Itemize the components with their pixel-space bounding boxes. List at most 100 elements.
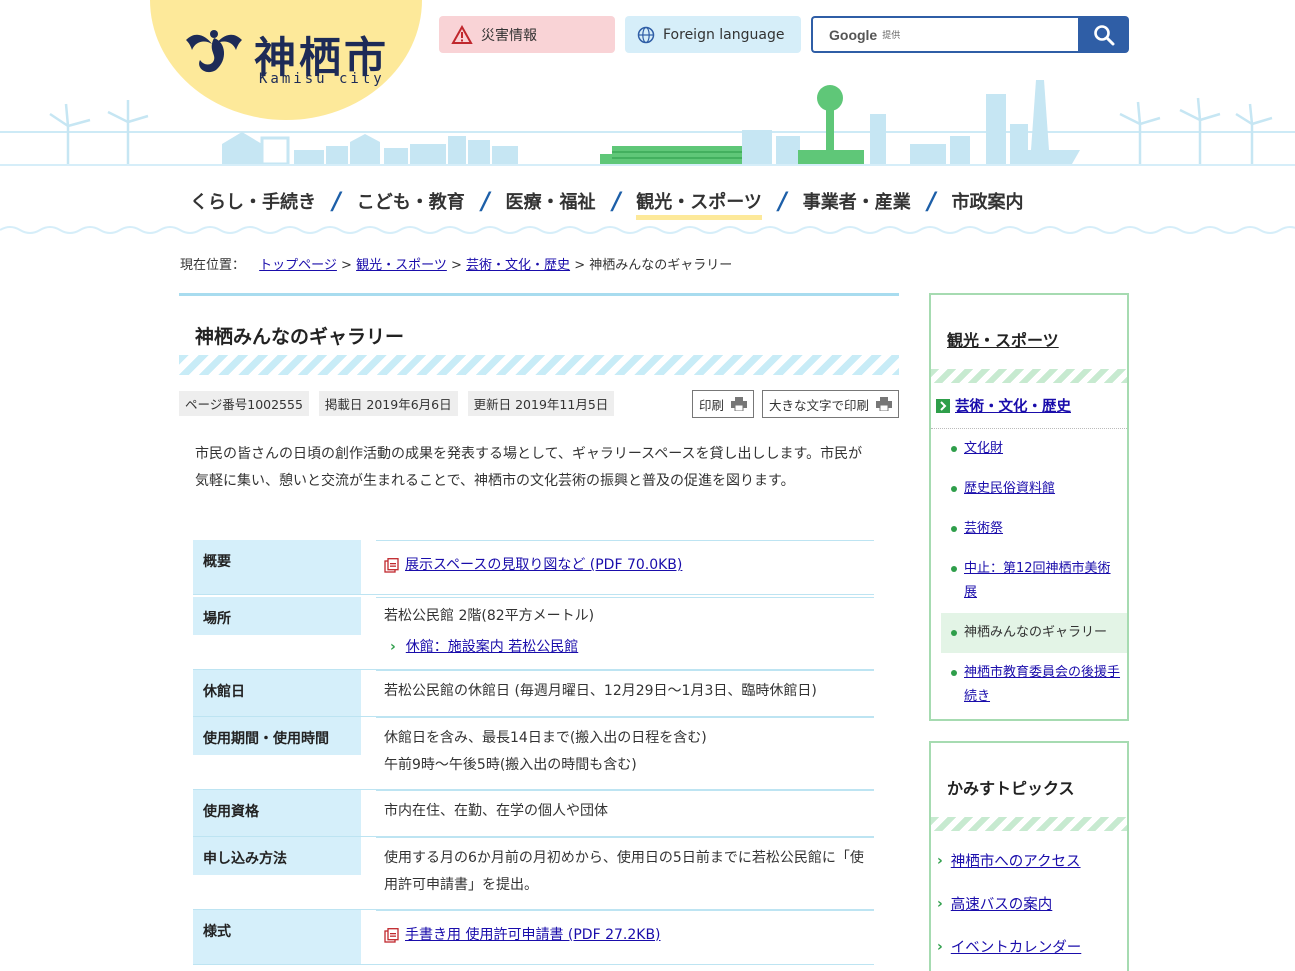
breadcrumb-link-arts[interactable]: 芸術・文化・歴史 — [466, 258, 570, 273]
topic-link[interactable]: イベントカレンダー — [951, 936, 1082, 957]
search-button[interactable] — [1078, 16, 1129, 53]
chevron-right-icon: › — [937, 895, 943, 912]
breadcrumb-label: 現在位置： — [180, 258, 246, 273]
warning-icon — [451, 24, 473, 45]
nav-separator: / — [775, 187, 790, 215]
sidebar-item-history-museum: 歴史民俗資料館 — [941, 469, 1127, 509]
large-print-button[interactable]: 大きな文字で印刷 — [761, 390, 899, 418]
sidebar-item-link[interactable]: 歴史民俗資料館 — [964, 477, 1055, 501]
bullet-icon — [951, 446, 957, 452]
sidebar-item-cultural-assets: 文化財 — [941, 429, 1127, 469]
row-header-eligibility: 使用資格 — [193, 790, 361, 836]
disaster-info-button[interactable]: 災害情報 — [439, 16, 615, 53]
sidebar-subcategory: 芸術・文化・歴史 — [931, 383, 1127, 429]
nav-wave-decoration — [0, 226, 1295, 234]
table-row: 使用資格 市内在住、在勤、在学の個人や団体 — [193, 790, 874, 837]
row-header-closed-days: 休館日 — [193, 670, 361, 716]
sidebar-item-current-label: 神栖みんなのギャラリー — [964, 625, 1108, 640]
sidebar-item-sponsorship: 神栖市教育委員会の後援手続き — [941, 653, 1127, 717]
search-input[interactable]: Google 提供 — [811, 16, 1079, 53]
page-title-box: 神栖みんなのギャラリー — [179, 293, 899, 375]
nav-item-business-industry[interactable]: 事業者・産業 — [793, 188, 921, 214]
globe-icon — [637, 26, 655, 44]
large-print-label: 大きな文字で印刷 — [768, 397, 869, 413]
pdf-icon — [384, 558, 399, 573]
row-value: 若松公民館の休館日 (毎週月曜日、12月29日～1月3日、臨時休館日) — [376, 670, 874, 716]
sidebar-subcategory-link[interactable]: 芸術・文化・歴史 — [955, 395, 1071, 416]
sidebar-topics: かみすトピックス › 神栖市へのアクセス › 高速バスの案内 › イベントカレンダー — [929, 741, 1129, 971]
row-value: 手書き用 使用許可申請書 (PDF 27.2KB) — [376, 910, 874, 964]
updated-date: 更新日 2019年11月5日 — [467, 391, 615, 416]
bullet-icon — [951, 486, 957, 492]
printer-icon — [730, 397, 747, 411]
bullet-icon — [951, 630, 957, 636]
nav-item-tourism-sports[interactable]: 観光・スポーツ — [626, 188, 772, 220]
pdf-link-floor-plan[interactable]: 展示スペースの見取り図など (PDF 70.0KB) — [384, 552, 682, 579]
topics-list: › 神栖市へのアクセス › 高速バスの案内 › イベントカレンダー — [931, 839, 1127, 968]
facility-link[interactable]: 休館：施設案内 若松公民館 — [406, 634, 578, 661]
info-table: 概要 展示スペースの見取り図など (PDF 70.0KB) 場所 若松公民館 2… — [193, 540, 874, 965]
nav-item-medical-welfare[interactable]: 医療・福祉 — [496, 188, 606, 214]
chevron-right-icon: › — [937, 852, 943, 869]
topic-item-event-calendar: › イベントカレンダー — [931, 925, 1127, 968]
print-buttons: 印刷 大きな文字で印刷 — [691, 390, 899, 418]
print-label: 印刷 — [698, 397, 724, 413]
breadcrumb: 現在位置： トップページ > 観光・スポーツ > 芸術・文化・歴史 > 神栖みん… — [180, 254, 732, 273]
printer-icon — [876, 397, 892, 411]
pdf-link-label: 手書き用 使用許可申請書 (PDF 27.2KB) — [405, 927, 661, 943]
topic-item-access: › 神栖市へのアクセス — [931, 839, 1127, 882]
facility-link-row: › 休館：施設案内 若松公民館 — [390, 634, 866, 661]
sidebar-item-link[interactable]: 芸術祭 — [964, 517, 1003, 541]
bullet-icon — [951, 566, 957, 572]
sidebar-item-link[interactable]: 中止：第12回神栖市美術展 — [964, 557, 1121, 605]
breadcrumb-link-tourism[interactable]: 観光・スポーツ — [356, 258, 447, 273]
pdf-link-application-form[interactable]: 手書き用 使用許可申請書 (PDF 27.2KB) — [384, 922, 661, 949]
nav-separator: / — [478, 187, 492, 215]
table-row: 使用期間・使用時間 休館日を含み、最長14日まで(搬入出の日程を含む) 午前9時… — [193, 717, 874, 790]
usage-time-text: 午前9時～午後5時(搬入出の時間も含む) — [384, 757, 637, 773]
city-skyline-illustration — [0, 80, 1295, 166]
bullet-icon — [951, 526, 957, 532]
nav-item-children-education[interactable]: こども・教育 — [347, 188, 475, 214]
intro-text: 市民の皆さんの日頃の創作活動の成果を発表する場として、ギャラリースペースを貸し出… — [195, 446, 863, 489]
global-nav: くらし・手続き / こども・教育 / 医療・福祉 / 観光・スポーツ / 事業者… — [180, 186, 1120, 220]
breadcrumb-separator: > — [574, 258, 586, 273]
sidebar-item-gallery-current: 神栖みんなのギャラリー — [941, 613, 1127, 653]
print-button[interactable]: 印刷 — [691, 390, 754, 418]
table-row: 申し込み方法 使用する月の6か月前の月初めから、使用日の5日前までに若松公民館に… — [193, 837, 874, 910]
sidebar-heading-link[interactable]: 観光・スポーツ — [947, 327, 1059, 351]
page-meta: ページ番号1002555 掲載日 2019年6月6日 更新日 2019年11月5… — [179, 391, 615, 416]
pdf-link-label: 展示スペースの見取り図など (PDF 70.0KB) — [405, 557, 683, 573]
sidebar-item-link[interactable]: 文化財 — [964, 437, 1003, 461]
main-content: 神栖みんなのギャラリー ページ番号1002555 掲載日 2019年6月6日 更… — [179, 293, 899, 965]
row-header-application: 申し込み方法 — [193, 837, 361, 875]
topic-link[interactable]: 神栖市へのアクセス — [951, 850, 1081, 871]
search-provided-label: 提供 — [882, 31, 901, 41]
breadcrumb-link-top[interactable]: トップページ — [259, 258, 337, 273]
row-header-overview: 概要 — [193, 540, 361, 594]
city-emblem-icon[interactable] — [182, 26, 246, 76]
sidebar-stripe-decoration — [931, 817, 1127, 831]
topics-heading: かみすトピックス — [947, 779, 1075, 798]
table-row: 様式 手書き用 使用許可申請書 (PDF 27.2KB) — [193, 910, 874, 965]
title-stripe-decoration — [179, 355, 899, 375]
topic-link[interactable]: 高速バスの案内 — [951, 893, 1053, 914]
sidebar-item-art-exhibition: 中止：第12回神栖市美術展 — [941, 549, 1127, 613]
chevron-right-icon: › — [937, 938, 943, 955]
sidebar-heading-box: 観光・スポーツ — [931, 295, 1127, 383]
nav-item-living[interactable]: くらし・手続き — [180, 188, 326, 214]
topic-item-highway-bus: › 高速バスの案内 — [931, 882, 1127, 925]
usage-period-text: 休館日を含み、最長14日まで(搬入出の日程を含む) — [384, 730, 707, 746]
chevron-right-icon — [936, 398, 950, 413]
site-header: 神栖市 Kamisu city 災害情報 Foreign language Go… — [0, 0, 1295, 235]
foreign-language-label: Foreign language — [663, 26, 785, 43]
breadcrumb-current: 神栖みんなのギャラリー — [589, 258, 733, 273]
sidebar-item-link[interactable]: 神栖市教育委員会の後援手続き — [964, 661, 1121, 709]
table-row: 概要 展示スペースの見取り図など (PDF 70.0KB) — [193, 540, 874, 595]
nav-item-city-administration[interactable]: 市政案内 — [941, 188, 1033, 214]
disaster-info-label: 災害情報 — [481, 27, 537, 44]
page-title: 神栖みんなのギャラリー — [195, 326, 405, 348]
sidebar-list: 文化財 歴史民俗資料館 芸術祭 中止：第12回神栖市美術展 神栖みんなのギャラリ… — [931, 429, 1127, 717]
foreign-language-button[interactable]: Foreign language — [625, 16, 801, 53]
pdf-icon — [384, 928, 399, 943]
